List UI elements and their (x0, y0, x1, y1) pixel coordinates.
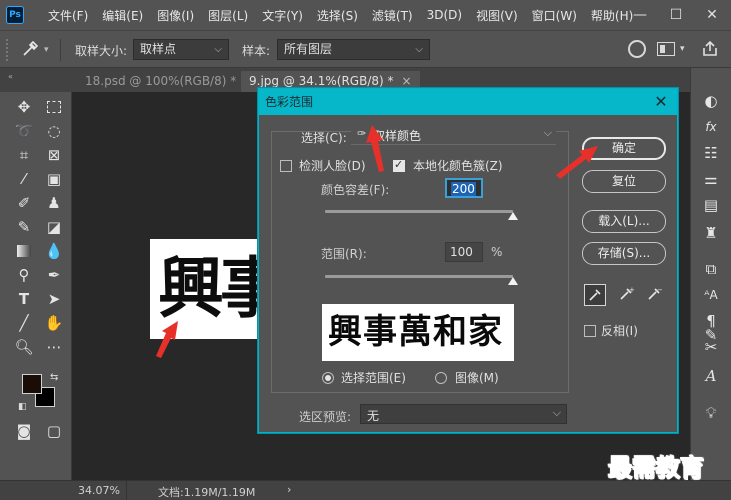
foreground-color-swatch[interactable] (22, 374, 42, 394)
arrow-to-canvas-sample (156, 321, 178, 358)
arrow-to-ok-button (556, 146, 598, 179)
watermark-logo: 最需教育 (608, 453, 705, 483)
annotation-arrows (156, 125, 598, 358)
arrow-to-eyedropper (366, 125, 384, 172)
